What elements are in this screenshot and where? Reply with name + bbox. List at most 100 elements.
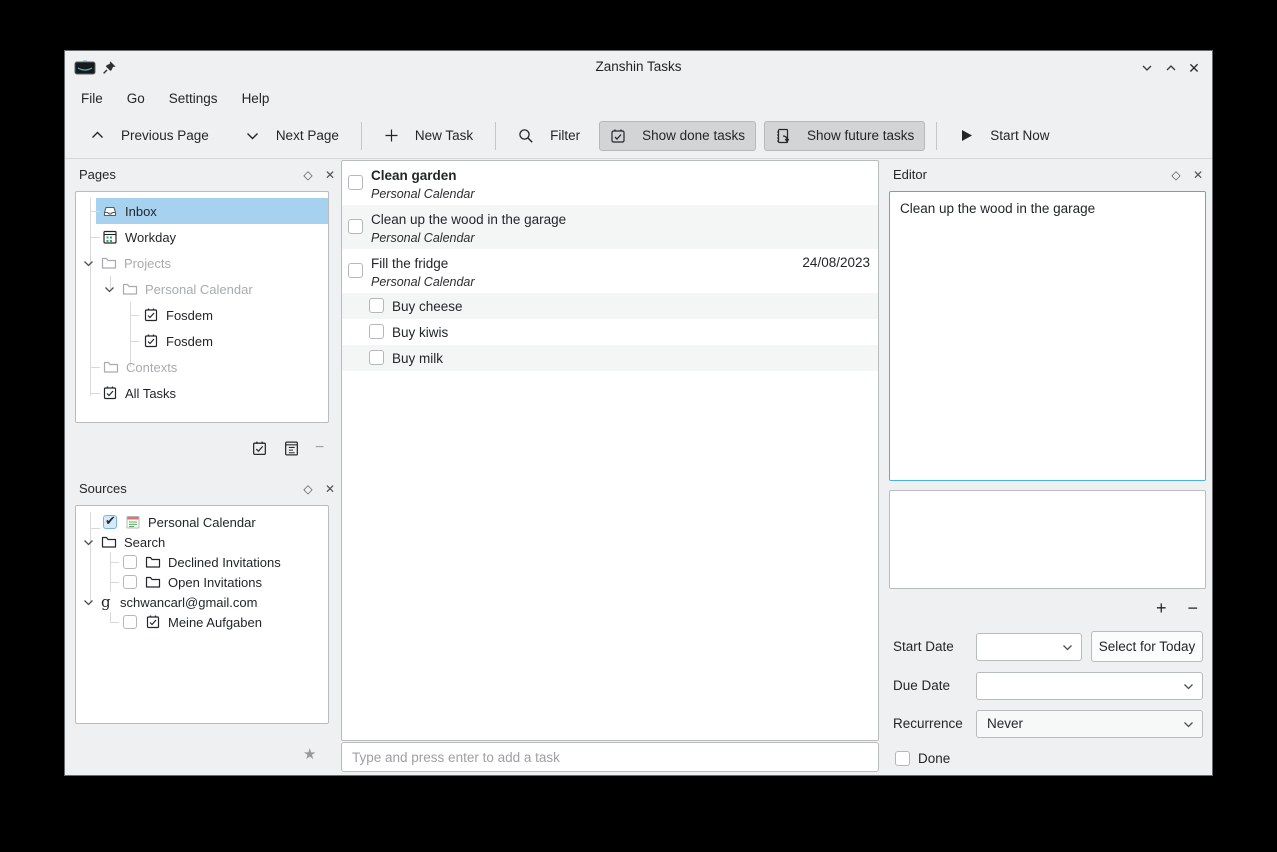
float-panel-icon[interactable]: ◇: [1167, 163, 1185, 187]
chevron-down-icon: [1182, 718, 1195, 731]
next-page-button[interactable]: Next Page: [234, 121, 350, 150]
editor-panel-header: Editor ◇ ✕: [887, 163, 1206, 187]
pages-item-fosdem-1[interactable]: Fosdem: [76, 302, 328, 328]
pages-tree: Inbox Workday Projects Personal Calendar…: [75, 191, 329, 423]
default-source-star-icon[interactable]: ★: [303, 745, 316, 763]
subtask-row[interactable]: Buy cheese: [342, 293, 878, 319]
task-list-icon: [143, 307, 159, 323]
task-checkbox[interactable]: [369, 298, 384, 313]
new-task-button[interactable]: New Task: [373, 121, 484, 150]
add-attachment-button[interactable]: +: [1156, 599, 1167, 617]
subtask-row[interactable]: Buy kiwis: [342, 319, 878, 345]
task-description-editor[interactable]: [889, 490, 1206, 589]
subtask-row[interactable]: Buy milk: [342, 345, 878, 371]
select-for-today-button[interactable]: Select for Today: [1091, 631, 1203, 662]
menu-bar: File Go Settings Help: [69, 85, 281, 113]
task-checkbox[interactable]: [369, 324, 384, 339]
toolbar-separator: [936, 122, 937, 150]
source-item-account[interactable]: g schwancarl@gmail.com: [76, 592, 328, 612]
toolbar-separator: [361, 122, 362, 150]
task-row[interactable]: Clean garden Personal Calendar: [342, 161, 878, 205]
pages-item-projects[interactable]: Projects: [76, 250, 328, 276]
tree-label: Fosdem: [166, 308, 213, 323]
remove-page-button[interactable]: −: [315, 440, 324, 456]
start-date-combobox[interactable]: [976, 633, 1082, 661]
menu-settings[interactable]: Settings: [157, 85, 230, 113]
window-title: Zanshin Tasks: [65, 51, 1212, 83]
task-title: Clean garden: [371, 166, 870, 185]
done-checkbox[interactable]: [895, 751, 910, 766]
task-title: Fill the fridge: [371, 254, 870, 273]
folder-icon: [145, 554, 161, 570]
task-list: Clean garden Personal Calendar Clean up …: [341, 160, 879, 741]
source-checkbox[interactable]: [103, 515, 117, 529]
pages-item-personal-calendar[interactable]: Personal Calendar: [76, 276, 328, 302]
close-panel-icon[interactable]: ✕: [321, 163, 339, 187]
expand-arrow-icon[interactable]: [82, 257, 95, 270]
show-done-tasks-toggle[interactable]: Show done tasks: [599, 121, 756, 151]
show-future-tasks-toggle[interactable]: Show future tasks: [764, 121, 925, 151]
menu-go[interactable]: Go: [115, 85, 157, 113]
source-item-open-invitations[interactable]: Open Invitations: [76, 572, 328, 592]
task-checkbox[interactable]: [348, 263, 363, 278]
task-row[interactable]: Fill the fridge Personal Calendar 24/08/…: [342, 249, 878, 293]
search-icon: [518, 128, 534, 144]
minimize-button[interactable]: [1138, 60, 1156, 76]
remove-attachment-button[interactable]: −: [1187, 599, 1198, 617]
plus-icon: [384, 128, 399, 143]
filter-button[interactable]: Filter: [507, 121, 591, 151]
menu-file[interactable]: File: [69, 85, 115, 113]
source-checkbox[interactable]: [123, 555, 137, 569]
source-item-declined-invitations[interactable]: Declined Invitations: [76, 552, 328, 572]
pages-item-inbox[interactable]: Inbox: [76, 198, 328, 224]
source-item-search[interactable]: Search: [76, 532, 328, 552]
source-item-personal-calendar[interactable]: Personal Calendar: [76, 512, 328, 532]
pages-item-workday[interactable]: Workday: [76, 224, 328, 250]
add-context-button[interactable]: [283, 440, 300, 457]
sources-panel-title: Sources: [79, 477, 127, 501]
recurrence-combobox[interactable]: Never: [976, 710, 1203, 738]
pages-item-fosdem-2[interactable]: Fosdem: [76, 328, 328, 354]
add-project-button[interactable]: [251, 440, 268, 457]
folder-icon: [101, 534, 117, 550]
close-button[interactable]: ✕: [1185, 60, 1203, 76]
source-checkbox[interactable]: [123, 575, 137, 589]
pages-item-contexts[interactable]: Contexts: [76, 354, 328, 380]
inbox-icon: [102, 203, 118, 219]
tree-label: Meine Aufgaben: [168, 615, 262, 630]
source-item-meine-aufgaben[interactable]: Meine Aufgaben: [76, 612, 328, 632]
recurrence-label: Recurrence: [893, 710, 963, 738]
task-checkbox[interactable]: [348, 175, 363, 190]
folder-icon: [145, 574, 161, 590]
source-checkbox[interactable]: [123, 615, 137, 629]
expand-arrow-icon[interactable]: [82, 536, 95, 549]
journal-arrow-icon: [775, 128, 791, 144]
pages-item-all-tasks[interactable]: All Tasks: [76, 380, 328, 406]
task-source: Personal Calendar: [371, 229, 870, 247]
task-checkbox[interactable]: [369, 350, 384, 365]
expand-arrow-icon[interactable]: [103, 283, 116, 296]
due-date-combobox[interactable]: [976, 672, 1203, 700]
task-title-editor[interactable]: Clean up the wood in the garage: [889, 191, 1206, 481]
tree-label: All Tasks: [125, 386, 176, 401]
folder-icon: [103, 359, 119, 375]
menu-help[interactable]: Help: [230, 85, 282, 113]
tree-label: Open Invitations: [168, 575, 262, 590]
maximize-button[interactable]: [1162, 60, 1180, 76]
chevron-up-icon: [90, 128, 105, 143]
start-now-button[interactable]: Start Now: [948, 121, 1060, 150]
task-title: Clean up the wood in the garage: [371, 210, 870, 229]
expand-arrow-icon[interactable]: [82, 596, 95, 609]
float-panel-icon[interactable]: ◇: [299, 163, 317, 187]
previous-page-button[interactable]: Previous Page: [79, 121, 220, 150]
task-source: Personal Calendar: [371, 185, 870, 203]
tree-label: Personal Calendar: [148, 515, 256, 530]
title-bar[interactable]: Zanshin Tasks ✕: [65, 51, 1212, 85]
add-task-input[interactable]: [341, 742, 879, 772]
task-checkbox[interactable]: [348, 219, 363, 234]
close-panel-icon[interactable]: ✕: [1189, 163, 1207, 187]
task-row[interactable]: Clean up the wood in the garage Personal…: [342, 205, 878, 249]
sources-tree: Personal Calendar Search Declined Invita…: [75, 505, 329, 724]
float-panel-icon[interactable]: ◇: [299, 477, 317, 501]
close-panel-icon[interactable]: ✕: [321, 477, 339, 501]
